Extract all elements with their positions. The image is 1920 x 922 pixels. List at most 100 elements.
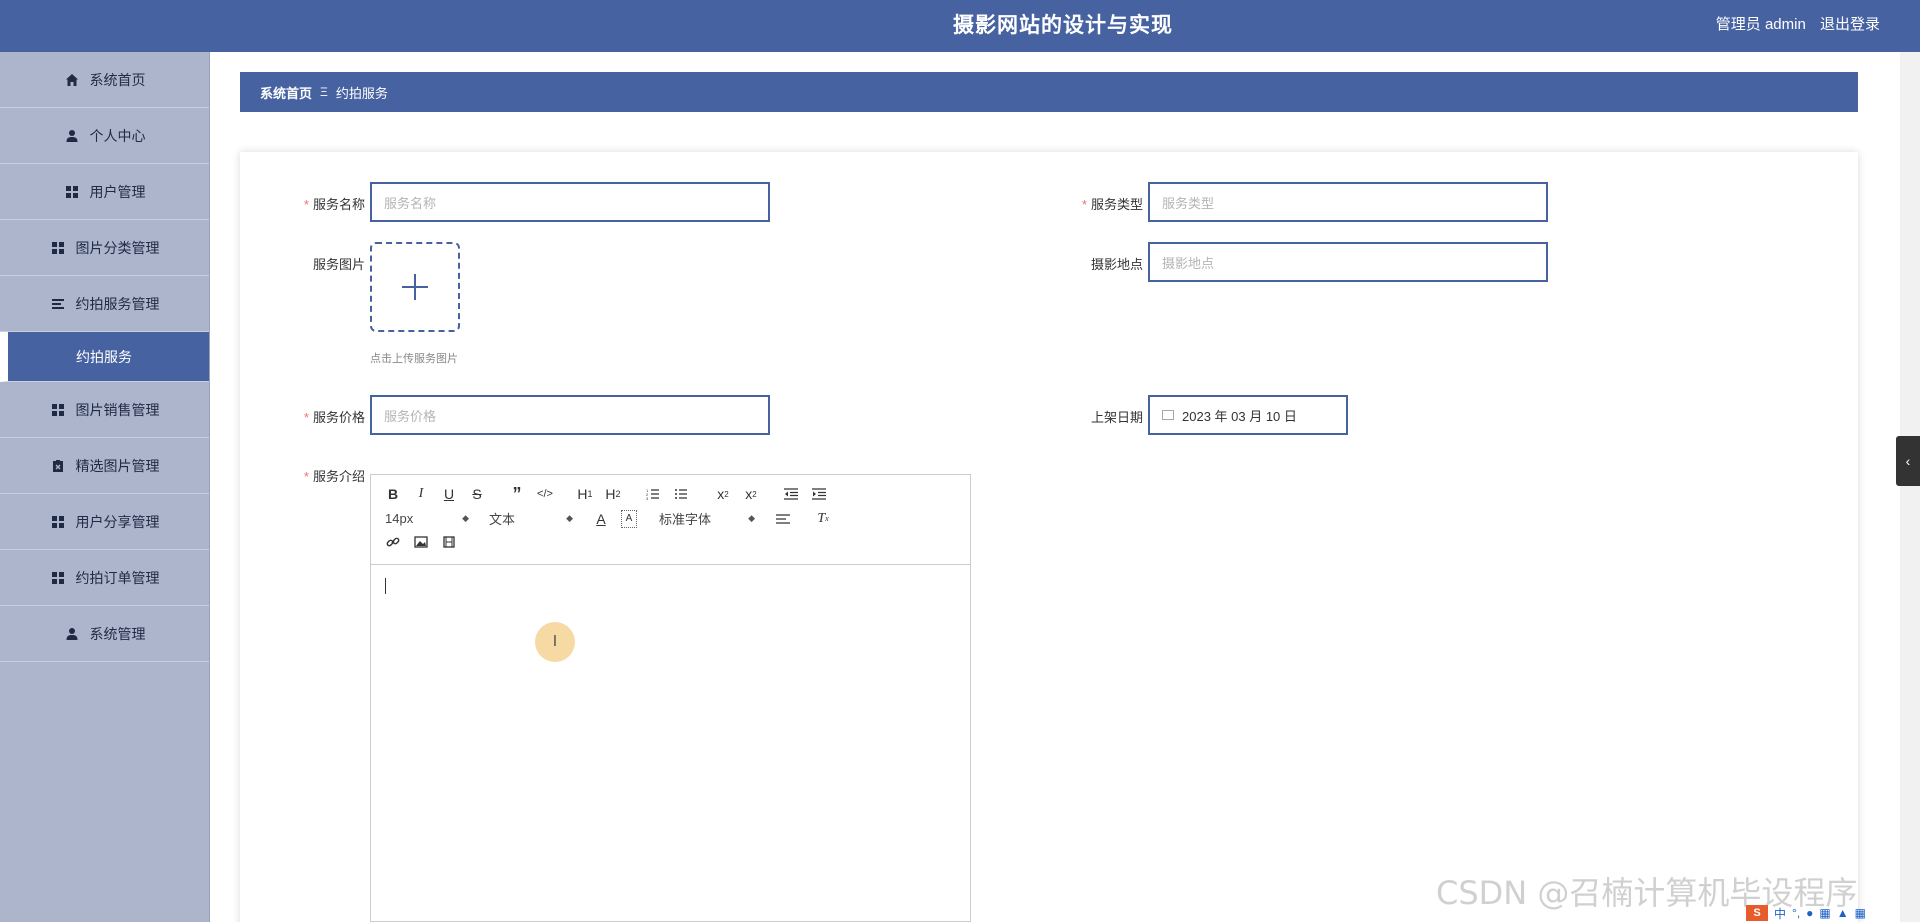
home-icon — [64, 72, 80, 88]
sidebar-item-label: 系统管理 — [89, 625, 146, 642]
user-icon — [64, 626, 80, 642]
service-type-input[interactable]: 服务类型 — [1148, 182, 1548, 222]
sidebar-item-label: 用户分享管理 — [75, 513, 160, 530]
sidebar-item-user-share[interactable]: 用户分享管理 — [0, 494, 209, 550]
grid-icon — [50, 514, 66, 530]
italic-icon[interactable]: I — [413, 485, 429, 503]
top-header: 摄影网站的设计与实现 管理员 admin 退出登录 — [0, 0, 1920, 52]
underline-icon[interactable]: U — [441, 485, 457, 503]
code-icon[interactable]: </> — [537, 485, 553, 503]
upload-hint: 点击上传服务图片 — [370, 353, 458, 365]
subscript-icon[interactable]: x2 — [715, 485, 731, 503]
font-color-icon[interactable]: A — [593, 510, 609, 528]
page-scrollbar[interactable] — [1900, 52, 1920, 922]
calendar-icon — [1162, 410, 1174, 420]
site-title: 摄影网站的设计与实现 — [953, 14, 1173, 37]
plus-icon — [402, 274, 428, 300]
sidebar-item-label: 个人中心 — [89, 127, 146, 144]
sidebar-item-home[interactable]: 系统首页 — [0, 52, 209, 108]
service-name-label: * 服务名称 — [303, 197, 365, 212]
sidebar-item-featured-images[interactable]: 精选图片管理 — [0, 438, 209, 494]
bullet-list-icon[interactable] — [673, 485, 689, 503]
user-icon — [64, 128, 80, 144]
quote-icon[interactable]: ” — [509, 484, 525, 504]
sidebar-item-label: 系统首页 — [89, 71, 146, 88]
ime-logo-icon: S — [1746, 905, 1768, 921]
editor-content-area[interactable]: I — [371, 566, 970, 922]
font-family-select[interactable]: 标准字体 ◆ — [659, 509, 755, 528]
breadcrumb: 系统首页 Ξ 约拍服务 — [240, 72, 1858, 112]
system-tray: S 中 °, ● ▦ ▲ ▦ — [1746, 904, 1866, 922]
logout-link[interactable]: 退出登录 — [1820, 16, 1880, 33]
grid-icon — [64, 184, 80, 200]
sidebar-item-label: 约拍服务管理 — [75, 295, 160, 312]
chevron-left-icon: ‹ — [1905, 453, 1911, 469]
sidebar-item-label: 约拍订单管理 — [75, 569, 160, 586]
listing-date-value: 2023 年 03 月 10 日 — [1182, 408, 1297, 424]
clipboard-icon — [50, 458, 66, 474]
ime-language-indicator[interactable]: 中 — [1774, 905, 1786, 922]
grid-icon — [50, 240, 66, 256]
strikethrough-icon[interactable]: S — [469, 485, 485, 503]
service-name-input[interactable]: 服务名称 — [370, 182, 770, 222]
grid-icon — [50, 402, 66, 418]
microphone-icon[interactable]: ● — [1806, 906, 1813, 920]
grid-icon — [50, 570, 66, 586]
punctuation-icon[interactable]: °, — [1792, 906, 1800, 920]
sidebar-item-system[interactable]: 系统管理 — [0, 606, 209, 662]
bold-icon[interactable]: B — [385, 485, 401, 503]
sidebar: 系统首页 个人中心 用户管理 图片分类管理 约拍服务管理 约拍服务 图片销售管理… — [0, 52, 210, 922]
sidebar-item-label: 精选图片管理 — [75, 457, 160, 474]
shirt-icon[interactable]: ▲ — [1837, 906, 1849, 920]
superscript-icon[interactable]: x2 — [743, 485, 759, 503]
breadcrumb-separator: Ξ — [320, 85, 328, 99]
editor-toolbar: B I U S ” </> H1 H2 123 x2 x2 14px ◆ 文本 ◆ … — [371, 475, 970, 565]
keyboard-icon[interactable]: ▦ — [1819, 906, 1830, 920]
indent-icon[interactable] — [811, 485, 827, 503]
apps-grid-icon[interactable]: ▦ — [1855, 906, 1866, 920]
breadcrumb-home[interactable]: 系统首页 — [260, 83, 312, 102]
sidebar-item-shoot-orders[interactable]: 约拍订单管理 — [0, 550, 209, 606]
sidebar-item-shoot-service[interactable]: 约拍服务管理 — [0, 276, 209, 332]
link-icon[interactable] — [385, 533, 401, 551]
heading1-icon[interactable]: H1 — [577, 485, 593, 503]
clear-format-icon[interactable]: Tx — [815, 510, 831, 528]
user-area: 管理员 admin 退出登录 — [1706, 13, 1880, 34]
sidebar-item-profile[interactable]: 个人中心 — [0, 108, 209, 164]
sidebar-item-label: 约拍服务 — [76, 348, 132, 365]
ordered-list-icon[interactable]: 123 — [645, 485, 661, 503]
heading2-icon[interactable]: H2 — [605, 485, 621, 503]
text-caret — [385, 578, 386, 594]
align-icon[interactable] — [775, 510, 791, 528]
video-icon[interactable] — [441, 533, 457, 551]
sidebar-item-label: 图片分类管理 — [75, 239, 160, 256]
breadcrumb-current: 约拍服务 — [335, 85, 388, 101]
location-input[interactable]: 摄影地点 — [1148, 242, 1548, 282]
rich-text-editor: B I U S ” </> H1 H2 123 x2 x2 14px ◆ 文本 ◆ … — [370, 474, 971, 922]
sidebar-item-label: 用户管理 — [89, 183, 146, 200]
collapse-panel-button[interactable]: ‹ — [1896, 436, 1920, 486]
service-image-label: 服务图片 — [312, 257, 365, 272]
sidebar-item-image-category[interactable]: 图片分类管理 — [0, 220, 209, 276]
sidebar-item-image-sales[interactable]: 图片销售管理 — [0, 382, 209, 438]
price-input[interactable]: 服务价格 — [370, 395, 770, 435]
list-icon — [50, 296, 66, 312]
location-label: 摄影地点 — [1090, 257, 1143, 272]
user-label: 管理员 admin — [1715, 16, 1806, 33]
intro-label: * 服务介绍 — [303, 469, 365, 484]
paragraph-select[interactable]: 文本 ◆ — [489, 509, 573, 528]
image-icon[interactable] — [413, 533, 429, 551]
image-upload-button[interactable] — [370, 242, 460, 332]
price-label: * 服务价格 — [303, 410, 365, 425]
sidebar-subitem-shoot-service[interactable]: 约拍服务 — [0, 332, 209, 382]
outdent-icon[interactable] — [783, 485, 799, 503]
font-size-select[interactable]: 14px ◆ — [385, 511, 469, 526]
sidebar-item-users[interactable]: 用户管理 — [0, 164, 209, 220]
mouse-cursor-highlight: I — [535, 622, 575, 662]
service-type-label: * 服务类型 — [1081, 197, 1143, 212]
listing-date-picker[interactable]: 2023 年 03 月 10 日 — [1148, 395, 1348, 435]
background-color-icon[interactable]: A — [621, 509, 637, 528]
listing-date-label: 上架日期 — [1090, 410, 1143, 425]
sidebar-item-label: 图片销售管理 — [75, 401, 160, 418]
svg-text:3: 3 — [646, 496, 649, 500]
